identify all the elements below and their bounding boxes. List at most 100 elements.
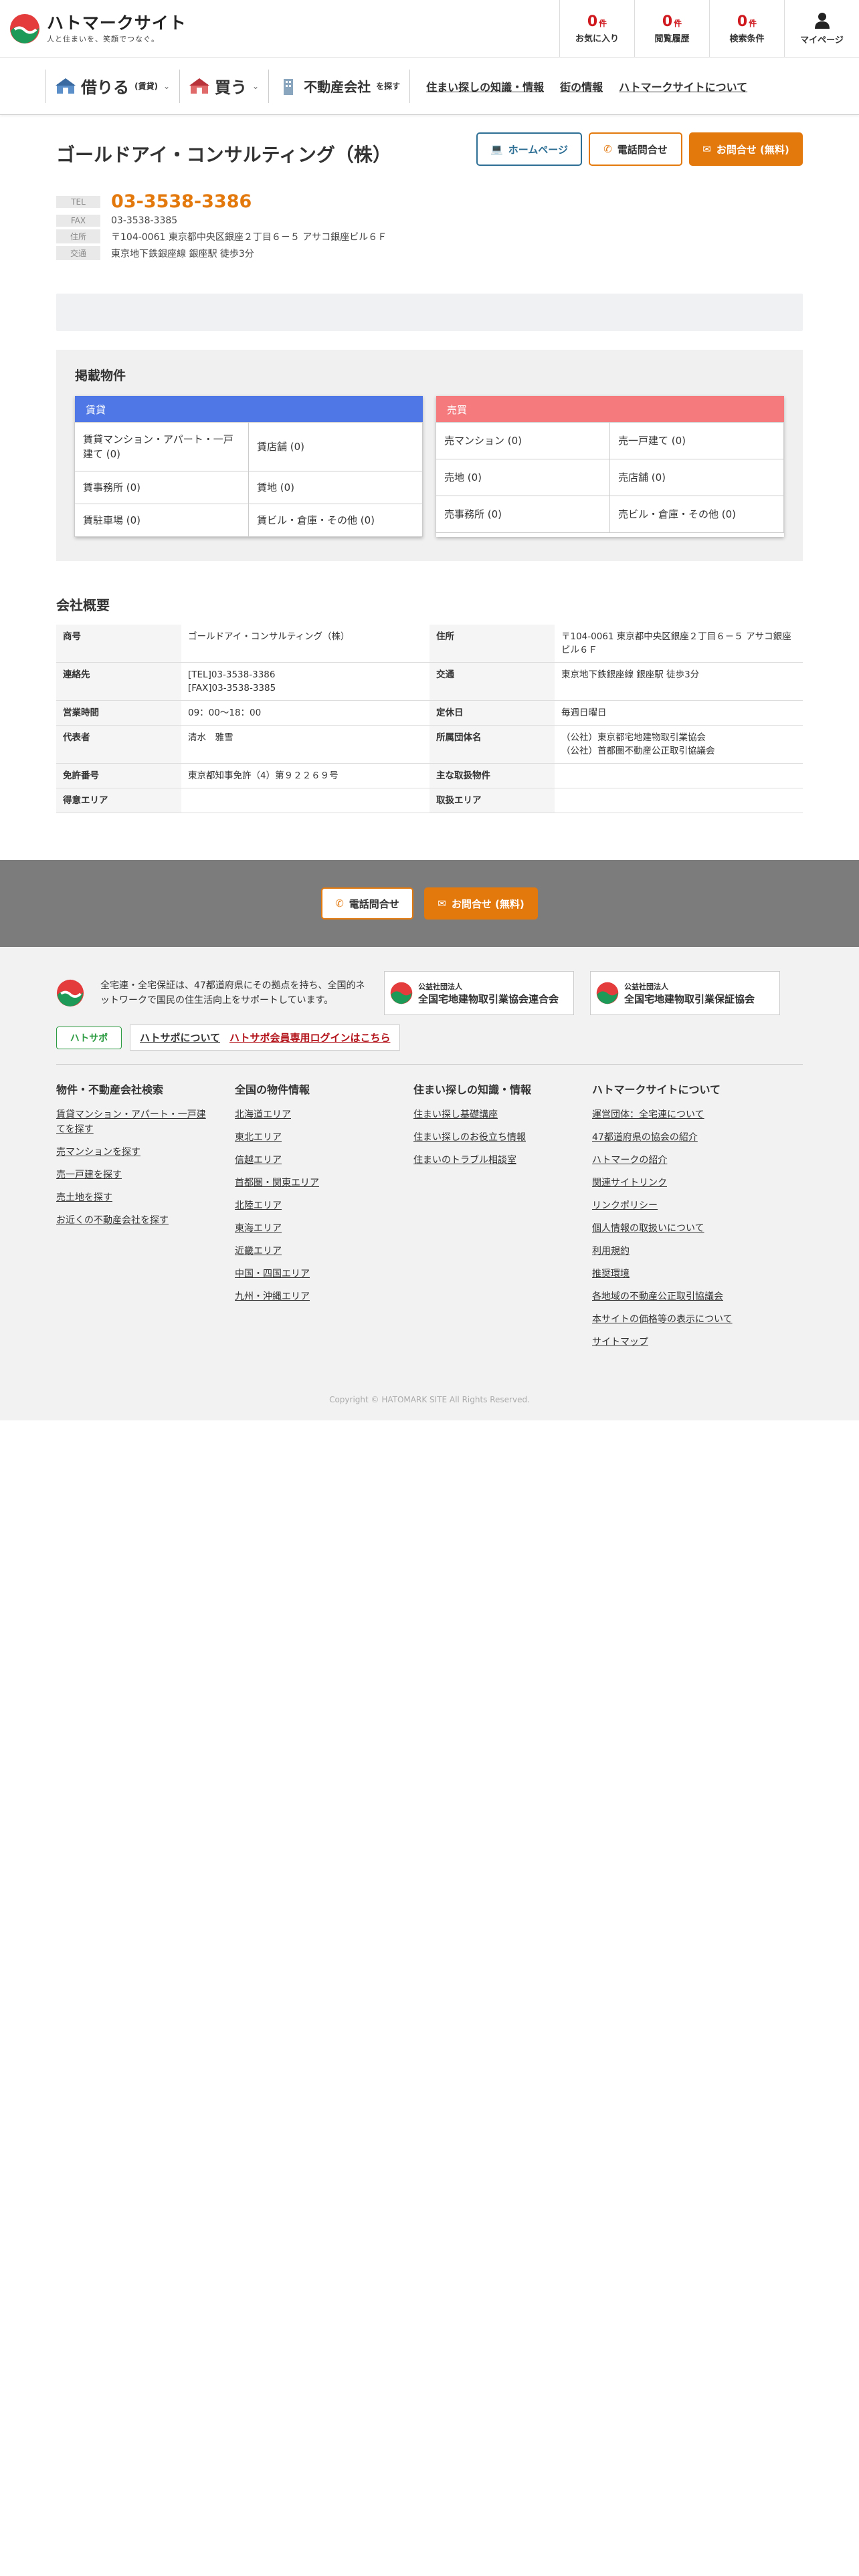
footer-link[interactable]: 本サイトの価格等の表示について [592, 1312, 746, 1327]
footer-link[interactable]: 住まい探しのお役立ち情報 [413, 1130, 567, 1145]
footer-link[interactable]: 運営団体：全宅連について [592, 1107, 746, 1122]
footer-link[interactable]: 信越エリア [235, 1153, 389, 1168]
footer-link[interactable]: ハトマークの紹介 [592, 1153, 746, 1168]
footer-link[interactable]: 47都道府県の協会の紹介 [592, 1130, 746, 1145]
footer-link[interactable]: サイトマップ [592, 1335, 746, 1350]
footer-link[interactable]: お近くの不動産会社を探す [56, 1213, 210, 1228]
footer-link[interactable]: 利用規約 [592, 1244, 746, 1259]
hatomark-logo-icon [10, 13, 39, 43]
footer-link[interactable]: 売土地を探す [56, 1190, 210, 1205]
footer-column-title: ハトマークサイトについて [592, 1083, 721, 1096]
global-nav: 借りる (賃貸) ⌄ 買う ⌄ 不動産会社 を探す 住まい探しの知識・情報 街の情報 ハ… [0, 58, 859, 115]
hatomark-logo-icon [596, 982, 619, 1004]
site-logo[interactable]: ハトマークサイト 人と住まいを、笑顔でつなぐ。 [9, 13, 187, 44]
homepage-button-label: ホームページ [508, 143, 568, 156]
overview-value: [TEL]03-3538-3386 [FAX]03-3538-3385 [181, 662, 430, 701]
overview-key: 住所 [430, 625, 555, 663]
hatosapo-login-link[interactable]: ハトサポ会員専用ログインはこちら [229, 1032, 390, 1044]
nav-link-about[interactable]: ハトマークサイトについて [619, 78, 747, 94]
footer-link[interactable]: 九州・沖縄エリア [235, 1289, 389, 1304]
logo-tagline: 人と住まいを、笑顔でつなぐ。 [47, 34, 159, 43]
rent-item-store[interactable]: 賃店舗 (0) [248, 422, 423, 471]
footer-link[interactable]: 各地域の不動産公正取引協議会 [592, 1289, 746, 1304]
footer-link[interactable]: 売一戸建を探す [56, 1168, 210, 1182]
footer-column: ハトマークサイトについて運営団体：全宅連について 47都道府県の協会の紹介 ハトマー… [592, 1081, 771, 1358]
footer-link[interactable]: 住まい探し基礎講座 [413, 1107, 567, 1122]
nav-rent[interactable]: 借りる (賃貸) ⌄ [45, 69, 179, 103]
sale-item-house[interactable]: 売一戸建て (0) [609, 422, 784, 459]
sale-item-land[interactable]: 売地 (0) [436, 459, 610, 496]
footer-link[interactable]: 北陸エリア [235, 1198, 389, 1213]
rent-item-parking[interactable]: 賃駐車場 (0) [74, 504, 249, 537]
bottom-phone-button[interactable]: ✆ 電話問合せ [321, 887, 413, 920]
overview-key: 得意エリア [56, 788, 181, 813]
history-button[interactable]: 0件 閲覧履歴 [634, 0, 709, 58]
homepage-button[interactable]: 💻 ホームページ [476, 132, 582, 166]
overview-key: 定休日 [430, 700, 555, 726]
contact-button[interactable]: ✉ お問合せ (無料) [689, 132, 803, 166]
nav-link-knowledge[interactable]: 住まい探しの知識・情報 [426, 78, 544, 94]
address-label: 住所 [56, 229, 100, 243]
footer-link[interactable]: リンクポリシー [592, 1198, 746, 1213]
nav-link-town[interactable]: 街の情報 [560, 78, 603, 94]
rent-item-building[interactable]: 賃ビル・倉庫・その他 (0) [248, 504, 423, 537]
nav-buy[interactable]: 買う ⌄ [179, 69, 268, 103]
footer-link[interactable]: 東海エリア [235, 1221, 389, 1236]
rent-item-mansion[interactable]: 賃貸マンション・アパート・一戸建て (0) [74, 422, 249, 471]
overview-row: 営業時間 09：00〜18：00 定休日 毎週日曜日 [56, 700, 803, 726]
sale-item-mansion[interactable]: 売マンション (0) [436, 422, 610, 459]
rent-item-office[interactable]: 賃事務所 (0) [74, 471, 249, 504]
nav-agent[interactable]: 不動産会社 を探す [268, 69, 409, 103]
bottom-contact-button[interactable]: ✉ お問合せ (無料) [424, 887, 538, 920]
footer-link[interactable]: 賃貸マンション・アパート・一戸建てを探す [56, 1107, 210, 1137]
saved-search-button[interactable]: 0件 検索条件 [709, 0, 784, 58]
house-rent-icon [56, 78, 76, 94]
overview-value: 毎週日曜日 [555, 700, 803, 726]
nav-rent-label: 借りる [81, 78, 129, 97]
zentakuhosho-banner[interactable]: 公益社団法人 全国宅地建物取引業保証協会 [590, 971, 780, 1015]
rent-card-head: 賃貸 [75, 396, 423, 423]
phone-inquiry-button[interactable]: ✆ 電話問合せ [589, 132, 682, 166]
overview-value: ゴールドアイ・コンサルティング（株） [181, 625, 430, 663]
overview-value: 09：00〜18：00 [181, 700, 430, 726]
hatosapo-about-link[interactable]: ハトサポについて [140, 1032, 220, 1044]
assoc1-name: 全国宅地建物取引業協会連合会 [418, 992, 559, 1005]
sale-card: 売買 売マンション (0) 売一戸建て (0) 売地 (0) 売店舗 (0) 売… [436, 396, 784, 537]
footer-link[interactable]: 東北エリア [235, 1130, 389, 1145]
assoc1-type: 公益社団法人 [418, 982, 462, 991]
overview-table: 商号 ゴールドアイ・コンサルティング（株） 住所 〒104-0061 東京都中央区銀座… [56, 625, 803, 813]
nav-agent-sub: を探す [376, 82, 401, 91]
footer-link[interactable]: 北海道エリア [235, 1107, 389, 1122]
sale-item-store[interactable]: 売店舗 (0) [609, 459, 784, 496]
sale-item-office[interactable]: 売事務所 (0) [436, 496, 610, 533]
footer-link[interactable]: 個人情報の取扱いについて [592, 1221, 746, 1236]
footer-link[interactable]: 関連サイトリンク [592, 1176, 746, 1190]
zentakuren-banner[interactable]: 公益社団法人 全国宅地建物取引業協会連合会 [384, 971, 574, 1015]
hatosapo-logo: ハトサポ [56, 1026, 122, 1049]
footer-link[interactable]: 住まいのトラブル相談室 [413, 1153, 567, 1168]
nav-buy-label: 買う [215, 78, 248, 97]
phone-icon: ✆ [335, 897, 344, 909]
assoc2-type: 公益社団法人 [624, 982, 668, 991]
house-buy-icon [189, 78, 210, 94]
overview-value: 清水 雅雪 [181, 725, 430, 764]
footer-column-title: 住まい探しの知識・情報 [413, 1083, 532, 1096]
footer-link[interactable]: 首都圏・関東エリア [235, 1176, 389, 1190]
favorites-button[interactable]: 0件 お気に入り [559, 0, 634, 58]
overview-row: 得意エリア 取扱エリア [56, 788, 803, 813]
footer-link[interactable]: 近畿エリア [235, 1244, 389, 1259]
bottom-phone-label: 電話問合せ [349, 897, 399, 910]
overview-row: 連絡先 [TEL]03-3538-3386 [FAX]03-3538-3385 交通… [56, 662, 803, 701]
hatomark-logo-icon [390, 982, 413, 1004]
footer-link[interactable]: 推奨環境 [592, 1267, 746, 1281]
footer-link[interactable]: 売マンションを探す [56, 1145, 210, 1160]
sale-item-building[interactable]: 売ビル・倉庫・その他 (0) [609, 496, 784, 533]
user-icon [814, 13, 830, 29]
rent-item-land[interactable]: 賃地 (0) [248, 471, 423, 504]
mypage-button[interactable]: マイページ [784, 0, 859, 58]
tel-value[interactable]: 03-3538-3386 [111, 191, 252, 212]
saved-search-label: 検索条件 [729, 33, 765, 44]
overview-key: 取扱エリア [430, 788, 555, 813]
main-content: ゴールドアイ・コンサルティング（株） 💻 ホームページ ✆ 電話問合せ ✉ お問合せ … [56, 131, 803, 813]
footer-link[interactable]: 中国・四国エリア [235, 1267, 389, 1281]
